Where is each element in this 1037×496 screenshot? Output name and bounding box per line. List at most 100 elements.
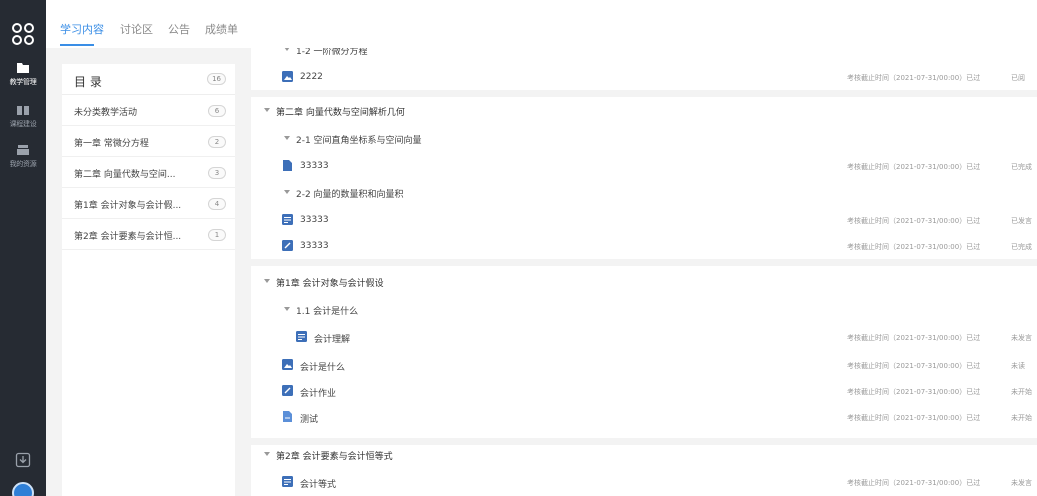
activity-title: 会计是什么 (300, 363, 346, 373)
chapter-card: 第1章 会计对象与会计假设 1.1 会计是什么 会计理解 考核截止时间（2021… (251, 266, 1037, 438)
book-icon (17, 106, 29, 115)
left-rail: 教学管理 课程建设 我的资源 (0, 0, 46, 496)
tab-announcement[interactable]: 公告 (168, 21, 190, 37)
chapter-row[interactable]: 第二章 向量代数与空间解析几何 (251, 99, 1037, 123)
section-title: 2-2 向量的数量积和向量积 (296, 190, 404, 200)
image-icon (282, 71, 293, 82)
status-text: 未发言 (1011, 334, 1032, 342)
collapse-caret-icon[interactable] (264, 279, 270, 283)
tab-discussion[interactable]: 讨论区 (120, 21, 153, 37)
active-tab-indicator (60, 44, 94, 46)
activity-title: 会计作业 (300, 389, 337, 399)
rail-nav-label: 我的资源 (9, 160, 37, 168)
download-icon[interactable] (15, 452, 31, 468)
deadline-text: 考核截止时间（2021-07-31/00:00）已过 (847, 334, 981, 342)
activity-title: 会计等式 (300, 480, 337, 490)
catalog-item[interactable]: 第2章 会计要素与会计恒... 1 (62, 219, 235, 250)
rail-nav-teaching[interactable]: 教学管理 (0, 62, 46, 98)
count-badge: 1 (208, 229, 226, 241)
status-text: 已完成 (1011, 163, 1032, 171)
chat-icon (282, 476, 293, 487)
count-badge: 6 (208, 105, 226, 117)
section-row[interactable]: 1.1 会计是什么 (251, 298, 1037, 322)
catalog-header: 目 录 16 (62, 64, 235, 95)
chapter-row[interactable]: 第2章 会计要素与会计恒等式 (251, 443, 1037, 467)
deadline-text: 考核截止时间（2021-07-31/00:00）已过 (847, 217, 981, 225)
status-text: 未开始 (1011, 414, 1032, 422)
activity-row[interactable]: 33333 考核截止时间（2021-07-31/00:00）已过 已完成 (251, 235, 1037, 259)
chat-icon (296, 331, 307, 342)
activity-row[interactable]: 33333 考核截止时间（2021-07-31/00:00）已过 已发言 (251, 209, 1037, 233)
status-text: 未读 (1011, 362, 1025, 370)
catalog-item[interactable]: 第二章 向量代数与空间... 3 (62, 157, 235, 188)
collapse-caret-icon[interactable] (264, 108, 270, 112)
collapse-caret-icon[interactable] (284, 136, 290, 140)
activity-row[interactable]: 会计作业 考核截止时间（2021-07-31/00:00）已过 未开始 (251, 380, 1037, 404)
deadline-text: 考核截止时间（2021-07-31/00:00）已过 (847, 74, 981, 82)
activity-row[interactable]: 会计等式 考核截止时间（2021-07-31/00:00）已过 未发言 (251, 471, 1037, 495)
catalog-item[interactable]: 第1章 会计对象与会计假... 4 (62, 188, 235, 219)
collapse-caret-icon[interactable] (284, 190, 290, 194)
edit-icon (282, 240, 293, 251)
section-title: 1.1 会计是什么 (296, 307, 359, 317)
collapse-caret-icon[interactable] (264, 452, 270, 456)
activity-title: 33333 (300, 215, 329, 225)
status-text: 已发言 (1011, 217, 1032, 225)
activity-row[interactable]: 33333 考核截止时间（2021-07-31/00:00）已过 已完成 (251, 155, 1037, 179)
section-title: 2-1 空间直角坐标系与空间向量 (296, 136, 422, 146)
rail-nav-resources[interactable]: 我的资源 (0, 144, 46, 180)
catalog-item-label: 第2章 会计要素与会计恒... (74, 232, 182, 242)
chapter-card: 第二章 向量代数与空间解析几何 2-1 空间直角坐标系与空间向量 33333 考… (251, 97, 1037, 259)
chapter-row[interactable]: 第1章 会计对象与会计假设 (251, 270, 1037, 294)
deadline-text: 考核截止时间（2021-07-31/00:00）已过 (847, 414, 981, 422)
catalog-item[interactable]: 第一章 常微分方程 2 (62, 126, 235, 157)
tab-gradebook[interactable]: 成绩单 (205, 21, 238, 37)
chapter-title: 第二章 向量代数与空间解析几何 (276, 108, 405, 118)
catalog-panel: 目 录 16 未分类教学活动 6 第一章 常微分方程 2 第二章 向量代数与空间… (62, 64, 235, 496)
tab-learning-content[interactable]: 学习内容 (60, 21, 104, 37)
image-icon (282, 359, 293, 370)
section-title: 1-2 一阶微分方程 (296, 48, 368, 57)
activity-title: 会计理解 (314, 335, 351, 345)
deadline-text: 考核截止时间（2021-07-31/00:00）已过 (847, 388, 981, 396)
activity-row[interactable]: 会计理解 考核截止时间（2021-07-31/00:00）已过 未发言 (251, 326, 1037, 350)
count-badge: 16 (207, 73, 226, 85)
top-tab-bar: 学习内容 讨论区 公告 成绩单 (46, 0, 1037, 48)
chat-icon (282, 214, 293, 225)
deadline-text: 考核截止时间（2021-07-31/00:00）已过 (847, 479, 981, 487)
chapter-card: 第2章 会计要素与会计恒等式 会计等式 考核截止时间（2021-07-31/00… (251, 445, 1037, 496)
rail-nav-course[interactable]: 课程建设 (0, 104, 46, 140)
collapse-caret-icon[interactable] (284, 307, 290, 311)
section-row[interactable]: 2-2 向量的数量积和向量积 (251, 181, 1037, 205)
chapter-title: 第2章 会计要素与会计恒等式 (276, 452, 393, 462)
avatar[interactable] (12, 482, 34, 496)
rail-nav-label: 教学管理 (9, 78, 37, 86)
catalog-item-label: 第一章 常微分方程 (74, 139, 149, 149)
catalog-item[interactable]: 未分类教学活动 6 (62, 95, 235, 126)
count-badge: 3 (208, 167, 226, 179)
drawer-icon (17, 145, 29, 155)
catalog-item-label: 第二章 向量代数与空间... (74, 170, 176, 180)
deadline-text: 考核截止时间（2021-07-31/00:00）已过 (847, 163, 981, 171)
edit-icon (282, 385, 293, 396)
catalog-item-label: 第1章 会计对象与会计假... (74, 201, 182, 211)
activity-title: 测试 (300, 415, 319, 425)
catalog-title: 目 录 (74, 75, 102, 89)
activity-row[interactable]: 会计是什么 考核截止时间（2021-07-31/00:00）已过 未读 (251, 354, 1037, 378)
chapter-card: 1-2 一阶微分方程 2222 考核截止时间（2021-07-31/00:00）… (251, 48, 1037, 90)
status-text: 未开始 (1011, 388, 1032, 396)
section-row[interactable]: 2-1 空间直角坐标系与空间向量 (251, 127, 1037, 151)
activity-row[interactable]: 2222 考核截止时间（2021-07-31/00:00）已过 已阅 (251, 66, 1037, 90)
count-badge: 2 (208, 136, 226, 148)
count-badge: 4 (208, 198, 226, 210)
catalog-item-label: 未分类教学活动 (74, 108, 138, 118)
deadline-text: 考核截止时间（2021-07-31/00:00）已过 (847, 362, 981, 370)
rail-nav-label: 课程建设 (9, 120, 37, 128)
status-text: 已完成 (1011, 243, 1032, 251)
collapse-caret-icon[interactable] (284, 48, 290, 51)
app-root: 教学管理 课程建设 我的资源 学习内容 讨论区 公告 成绩单 目 录 16 未分… (0, 0, 1037, 496)
app-logo-icon[interactable] (11, 22, 35, 46)
folder-icon (17, 63, 29, 73)
activity-row[interactable]: 测试 考核截止时间（2021-07-31/00:00）已过 未开始 (251, 406, 1037, 430)
section-row[interactable]: 1-2 一阶微分方程 (251, 48, 1037, 62)
